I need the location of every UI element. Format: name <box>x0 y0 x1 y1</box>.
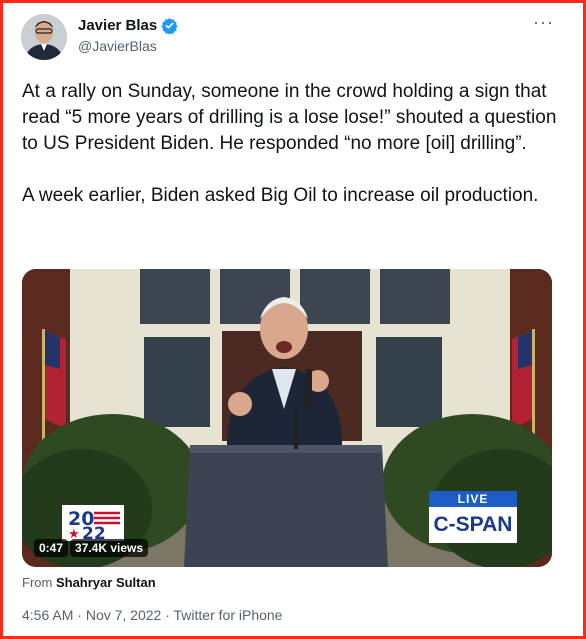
tweet-text: At a rally on Sunday, someone in the cro… <box>22 79 562 209</box>
author-handle[interactable]: @JavierBlas <box>78 38 157 54</box>
tweet-time[interactable]: 4:56 AM <box>22 607 73 623</box>
cspan-logo: C-SPAN <box>429 507 517 543</box>
author-name-row[interactable]: Javier Blas <box>78 17 178 34</box>
tweet-paragraph-2: A week earlier, Biden asked Big Oil to i… <box>22 185 539 206</box>
meta-separator: · <box>165 607 170 623</box>
campaign-2022-logo: 20 22 ★ <box>62 505 124 541</box>
video-duration: 0:47 <box>34 539 69 557</box>
attribution-source[interactable]: Shahryar Sultan <box>56 575 156 590</box>
video-attribution: From Shahryar Sultan <box>22 575 156 590</box>
logo-2022-icon: 20 22 ★ <box>62 505 124 541</box>
author-name[interactable]: Javier Blas <box>78 17 157 34</box>
tweet-date[interactable]: Nov 7, 2022 <box>86 607 162 623</box>
video-views: 37.4K views <box>70 539 149 557</box>
attribution-prefix: From <box>22 575 53 590</box>
tweet-meta: 4:56 AM · Nov 7, 2022 · Twitter for iPho… <box>22 607 282 623</box>
video-player[interactable]: 20 22 ★ 0:47 37.4K views LIVE C-SPAN <box>22 269 552 567</box>
more-options-icon[interactable]: ··· <box>533 12 554 33</box>
verified-badge-icon <box>161 17 178 34</box>
meta-separator: · <box>77 607 82 623</box>
tweet-paragraph-1: At a rally on Sunday, someone in the cro… <box>22 81 557 154</box>
live-badge: LIVE <box>429 491 517 507</box>
tweet-client[interactable]: Twitter for iPhone <box>174 607 283 623</box>
avatar[interactable] <box>21 14 67 60</box>
